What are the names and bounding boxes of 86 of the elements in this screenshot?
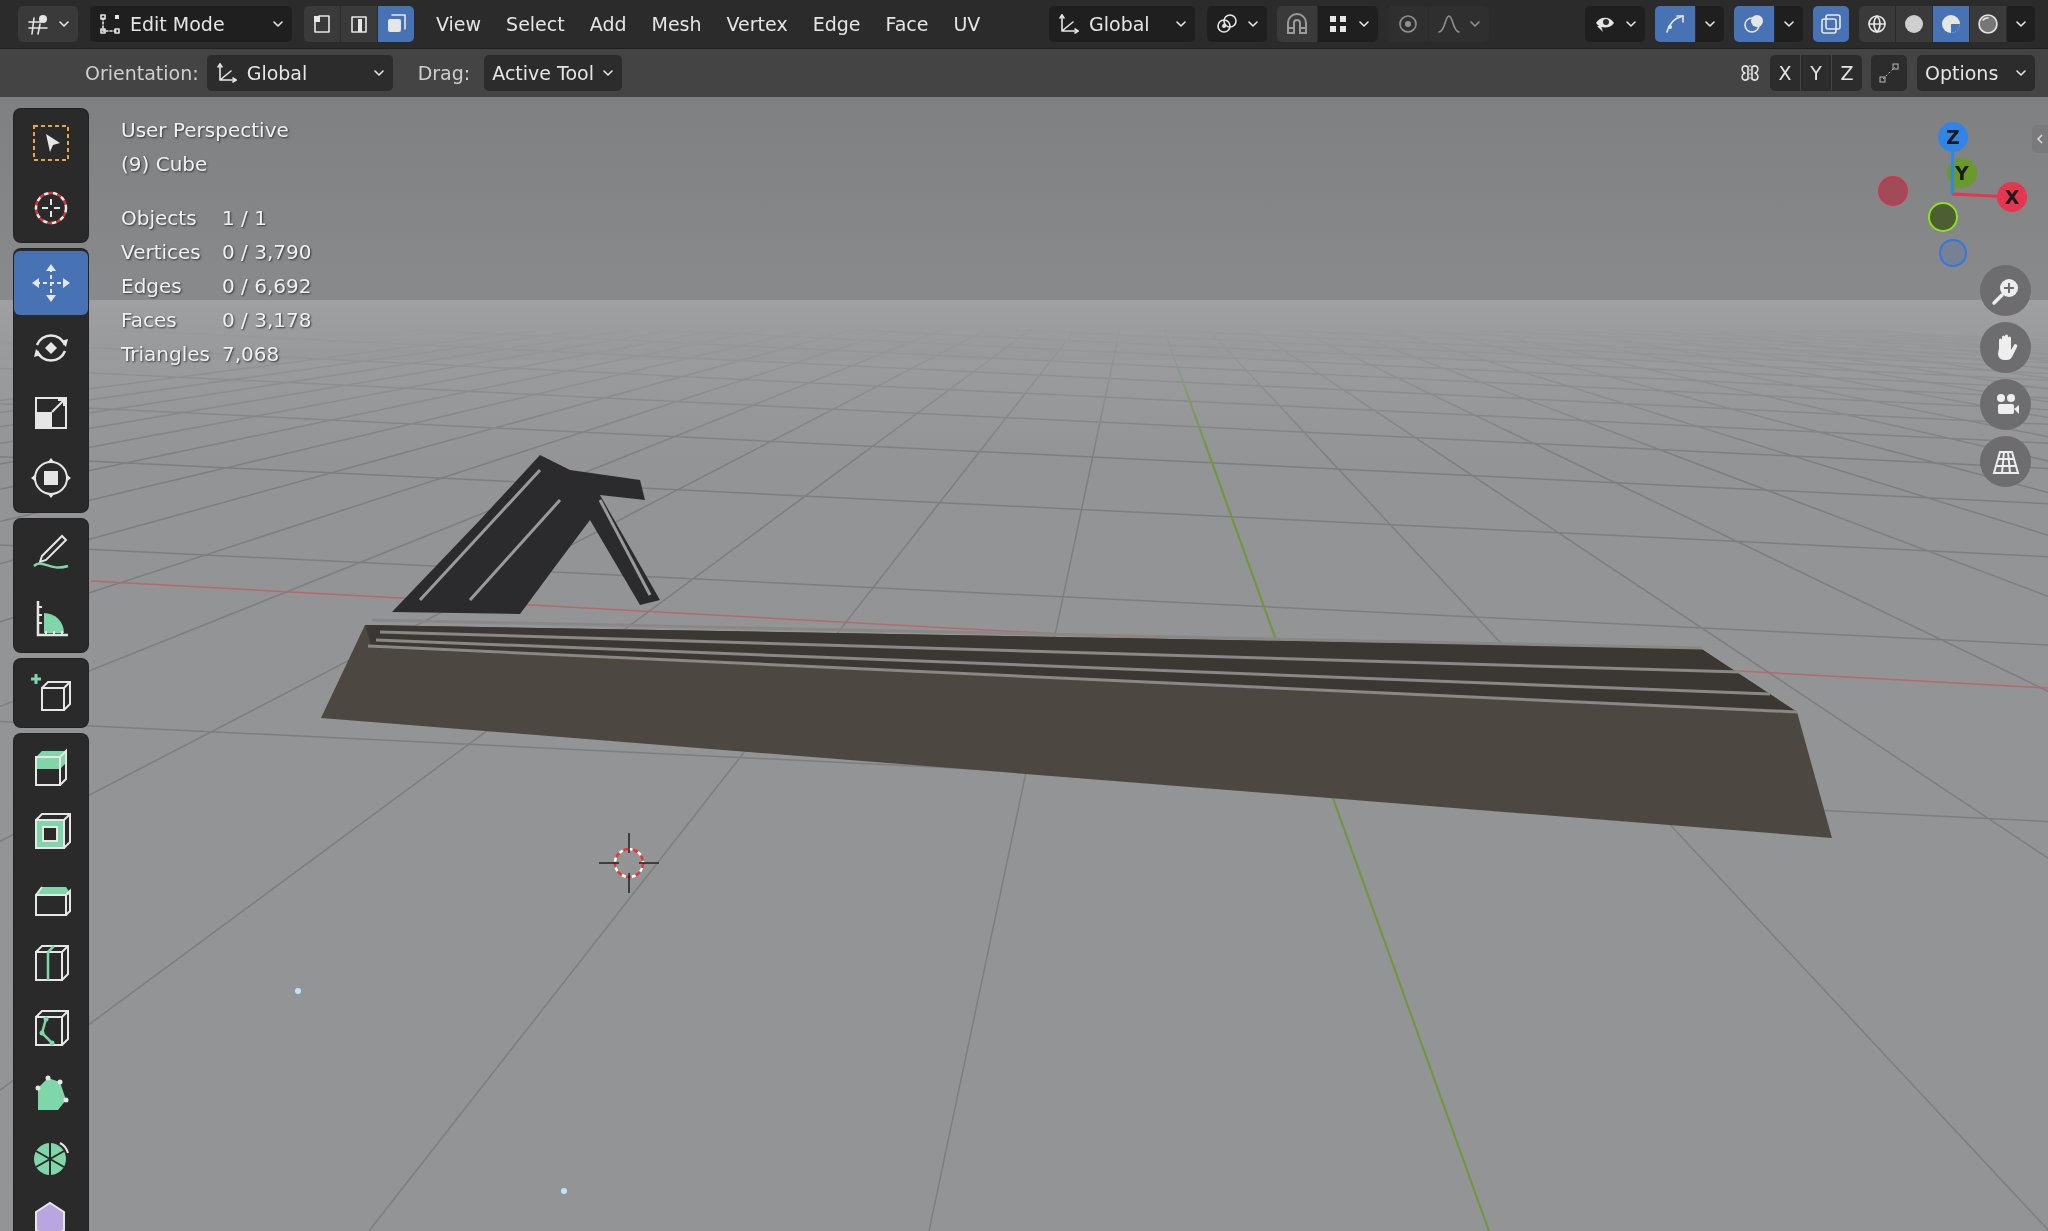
stat-value: 1 / 1	[222, 205, 267, 232]
object-name: (9) Cube	[121, 151, 209, 178]
chevron-left-icon	[2034, 133, 2046, 145]
shaded-sphere-icon	[1976, 12, 2000, 36]
options-dropdown[interactable]: Options	[1917, 55, 2035, 91]
pivot-icon	[1215, 12, 1239, 36]
caret-icon	[2015, 18, 2027, 30]
caret-icon	[1469, 18, 1481, 30]
gizmo-dropdown[interactable]	[1696, 6, 1724, 42]
caret-icon	[1783, 18, 1795, 30]
stat-value: 0 / 3,790	[222, 239, 312, 266]
gizmo-toggle[interactable]	[1655, 6, 1695, 42]
visibility-dropdown[interactable]	[1585, 6, 1645, 42]
overlay-toggle[interactable]	[1734, 6, 1774, 42]
select-mode-button[interactable]	[341, 6, 377, 42]
caret-icon	[1358, 18, 1370, 30]
negative-y-handle[interactable]	[1928, 202, 1958, 232]
proportional-edit-toggle[interactable]	[1388, 6, 1428, 42]
caret-icon	[601, 67, 614, 79]
snap-element-dropdown[interactable]	[1318, 6, 1378, 42]
stat-label: Triangles	[121, 341, 211, 368]
overlay-dropdown[interactable]	[1775, 6, 1803, 42]
axes-icon	[214, 61, 239, 85]
axis-toggle[interactable]: Y	[1801, 55, 1831, 91]
drag-label: Drag:	[417, 62, 471, 84]
menu-item[interactable]: Select	[494, 6, 577, 42]
overlapping-squares-icon	[1819, 12, 1843, 36]
menu-item[interactable]: Edge	[800, 6, 873, 42]
solid-sphere-icon	[1902, 12, 1926, 36]
xray-toggle[interactable]	[1813, 6, 1849, 42]
mesh-vertices-icon	[98, 12, 122, 36]
caret-icon	[372, 67, 385, 79]
drag-dropdown[interactable]: Active Tool	[484, 55, 622, 91]
stat-label: Faces	[121, 307, 178, 334]
editor-type-dropdown[interactable]	[18, 6, 78, 42]
caret-icon	[1247, 18, 1259, 30]
magnet-icon	[1285, 12, 1309, 36]
bell-curve-icon	[1437, 12, 1461, 36]
stat-label: Objects	[121, 205, 198, 232]
stat-label: Vertices	[121, 239, 202, 266]
menu-item[interactable]: Face	[873, 6, 941, 42]
orientation-dropdown[interactable]: Global	[1049, 6, 1195, 42]
caret-icon	[1625, 18, 1637, 30]
axis-toggle[interactable]: X	[1770, 55, 1800, 91]
overlapping-circles-icon	[1742, 12, 1766, 36]
snap-target-button[interactable]	[1871, 55, 1907, 91]
mode-dropdown[interactable]: Edit Mode	[90, 6, 292, 42]
grid-sphere-icon	[26, 12, 50, 36]
menu-item[interactable]: Mesh	[639, 6, 714, 42]
caret-icon	[1704, 18, 1716, 30]
3d-cursor-icon	[597, 831, 661, 895]
caret-icon	[1175, 18, 1187, 30]
caret-icon	[2015, 67, 2027, 79]
orientation-dropdown[interactable]: Global	[206, 55, 393, 91]
select-mode-button[interactable]	[378, 6, 414, 42]
axes-icon	[1057, 12, 1081, 36]
stat-value: 0 / 3,178	[222, 307, 312, 334]
pivot-dropdown[interactable]	[1207, 6, 1267, 42]
falloff-dropdown[interactable]	[1429, 6, 1489, 42]
menu-item[interactable]: Add	[577, 6, 639, 42]
shading-dropdown[interactable]	[2007, 6, 2035, 42]
menu-item[interactable]: Vertex	[714, 6, 800, 42]
dotted-link-icon	[1877, 61, 1901, 85]
menu-item[interactable]: UV	[941, 6, 993, 42]
shading-mode-button[interactable]	[1933, 6, 1969, 42]
axis-toggle[interactable]: Z	[1832, 55, 1862, 91]
half-shaded-sphere-icon	[1939, 12, 1963, 36]
circle-dot-icon	[1396, 12, 1420, 36]
stat-value: 0 / 6,692	[222, 273, 312, 300]
orientation-label: Orientation:	[85, 62, 199, 84]
view-name: User Perspective	[121, 117, 290, 144]
stat-label: Edges	[121, 273, 183, 300]
negative-x-handle[interactable]	[1878, 176, 1908, 206]
shading-mode-button[interactable]	[1859, 6, 1895, 42]
stat-value: 7,068	[222, 341, 280, 368]
shading-mode-button[interactable]	[1970, 6, 2006, 42]
select-mode-button[interactable]	[304, 6, 340, 42]
wire-sphere-icon	[1865, 12, 1889, 36]
snap-toggle[interactable]	[1277, 6, 1317, 42]
arrow-curve-icon	[1663, 12, 1687, 36]
caret-icon	[58, 18, 70, 30]
menu-item[interactable]: View	[424, 6, 494, 42]
sidebar-toggle[interactable]	[2032, 125, 2048, 153]
shading-mode-button[interactable]	[1896, 6, 1932, 42]
caret-icon	[272, 18, 284, 30]
axis-handle[interactable]: X	[1951, 182, 2027, 212]
